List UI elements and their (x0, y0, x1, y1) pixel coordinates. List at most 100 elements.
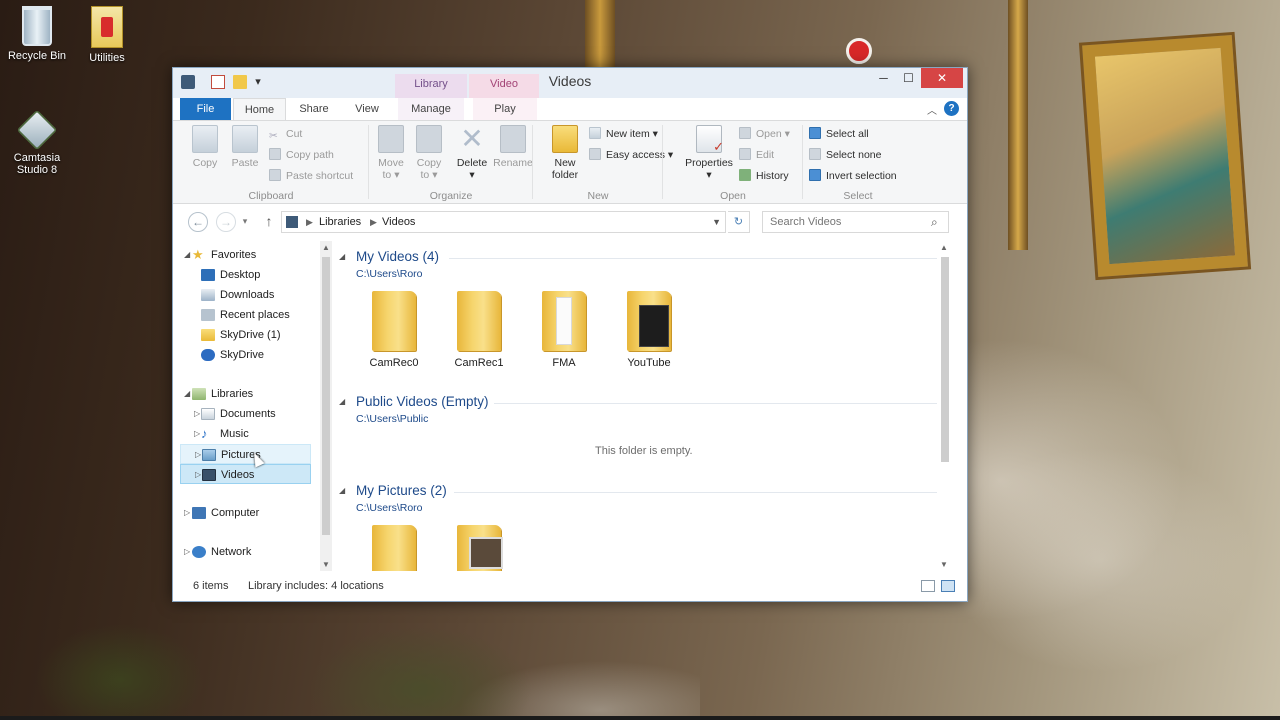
collapse-arrow-icon[interactable]: ◢ (339, 397, 345, 406)
address-bar[interactable]: ▶ Libraries ▶ Videos ▼ (281, 211, 726, 233)
collapse-ribbon-icon[interactable]: ︿ (927, 102, 937, 117)
minimize-button[interactable]: ─ (870, 68, 897, 88)
up-arrow-icon[interactable]: ↑ (259, 212, 279, 232)
copy-path-button[interactable]: Copy path (269, 145, 334, 165)
rename-button[interactable]: Rename (493, 125, 533, 169)
copy-to-button[interactable]: Copy to ▾ (411, 125, 447, 181)
forward-arrow-icon[interactable]: → (216, 212, 236, 232)
group-header[interactable]: ◢ My Pictures (2) (339, 483, 939, 501)
group-header[interactable]: ◢ My Videos (4) (339, 249, 939, 267)
nav-downloads[interactable]: Downloads (180, 285, 311, 305)
nav-videos[interactable]: ▷ Videos (180, 464, 311, 484)
large-icons-view-icon[interactable] (941, 580, 955, 592)
breadcrumb-separator-icon[interactable]: ▶ (370, 212, 377, 232)
close-button[interactable]: ✕ (921, 68, 963, 88)
breadcrumb-videos[interactable]: Videos (382, 212, 415, 232)
folder-tile[interactable]: YouTube (609, 291, 689, 369)
breadcrumb-separator-icon[interactable]: ▶ (306, 212, 313, 232)
move-to-button[interactable]: Move to ▾ (373, 125, 409, 181)
help-icon[interactable]: ? (944, 101, 959, 116)
tab-play[interactable]: Play (473, 98, 537, 120)
select-none-button[interactable]: Select none (809, 145, 881, 165)
scrollbar-thumb[interactable] (322, 257, 330, 535)
search-input[interactable] (762, 211, 949, 233)
nav-network[interactable]: ▷ Network (180, 542, 311, 562)
collapsed-arrow-icon[interactable]: ▷ (194, 404, 200, 424)
collapsed-arrow-icon[interactable]: ▷ (195, 465, 201, 485)
taskbar-edge (0, 716, 1280, 720)
select-none-icon (809, 148, 821, 160)
scrollbar-thumb[interactable] (941, 257, 949, 462)
empty-folder-message: This folder is empty. (595, 445, 693, 457)
folder-tile[interactable]: CamRec0 (354, 291, 434, 369)
nav-skydrive[interactable]: SkyDrive (180, 345, 311, 365)
details-view-icon[interactable] (921, 580, 935, 592)
nav-skydrive-1[interactable]: SkyDrive (1) (180, 325, 311, 345)
tab-share[interactable]: Share (291, 98, 337, 120)
easy-access-button[interactable]: Easy access ▾ (589, 145, 673, 165)
folder-tile[interactable] (354, 525, 434, 571)
collapse-arrow-icon[interactable]: ◢ (339, 252, 345, 261)
title-bar[interactable]: ▾ Library Tools Video Tools Videos ─ ☐ ✕ (173, 68, 967, 110)
desktop-icon-camtasia[interactable]: Camtasia Studio 8 (0, 109, 77, 176)
new-folder-button[interactable]: New folder (543, 125, 587, 181)
scroll-down-icon[interactable]: ▼ (940, 560, 948, 569)
collapsed-arrow-icon[interactable]: ▷ (195, 445, 201, 465)
properties-button[interactable]: Properties ▾ (681, 125, 737, 181)
open-button[interactable]: Open ▾ (739, 124, 790, 144)
nav-music[interactable]: ▷ ♪ Music (180, 424, 311, 444)
nav-desktop[interactable]: Desktop (180, 265, 311, 285)
tab-file[interactable]: File (180, 98, 231, 120)
nav-favorites[interactable]: ◢ ★ Favorites (180, 245, 311, 265)
scroll-up-icon[interactable]: ▲ (940, 243, 948, 252)
nav-documents[interactable]: ▷ Documents (180, 404, 311, 424)
nav-pictures[interactable]: ▷ Pictures (180, 444, 311, 464)
expanded-arrow-icon[interactable]: ◢ (184, 245, 190, 265)
back-arrow-icon[interactable]: ← (188, 212, 208, 232)
group-header[interactable]: ◢ Public Videos (Empty) (339, 394, 939, 412)
move-to-label: Move (378, 157, 404, 169)
copy-to-label-2: to ▾ (420, 169, 438, 181)
nav-libraries[interactable]: ◢ Libraries (180, 384, 311, 404)
recent-locations-chevron-icon[interactable]: ▾ (238, 212, 252, 232)
refresh-icon[interactable]: ↻ (728, 211, 750, 233)
scroll-down-icon[interactable]: ▼ (322, 560, 330, 569)
expanded-arrow-icon[interactable]: ◢ (184, 384, 190, 404)
edit-button[interactable]: Edit (739, 145, 774, 165)
collapsed-arrow-icon[interactable]: ▷ (194, 424, 200, 444)
desktop-icon-utilities[interactable]: Utilities (67, 6, 147, 64)
organize-group: Move to ▾ Copy to ▾ ✕ Delete ▾ Rename Or… (369, 121, 533, 205)
copy-button[interactable]: Copy (187, 125, 223, 169)
content-scrollbar[interactable]: ▲ ▼ (937, 241, 951, 571)
desktop-icon-label: Camtasia Studio 8 (13, 152, 61, 176)
new-group: New folder New item ▾ Easy access ▾ New (533, 121, 673, 205)
maximize-button[interactable]: ☐ (895, 68, 922, 88)
desktop-icon-recycle-bin[interactable]: Recycle Bin (0, 6, 77, 62)
collapsed-arrow-icon[interactable]: ▷ (184, 542, 190, 562)
collapsed-arrow-icon[interactable]: ▷ (184, 503, 190, 523)
search-icon[interactable]: ⌕ (931, 215, 938, 230)
breadcrumb-libraries[interactable]: Libraries (319, 212, 361, 232)
folder-tile[interactable] (439, 525, 519, 571)
chevron-down-icon[interactable]: ▼ (712, 212, 721, 232)
invert-selection-button[interactable]: Invert selection (809, 166, 897, 186)
nav-label: SkyDrive (1) (220, 329, 281, 341)
folder-tile[interactable]: FMA (524, 291, 604, 369)
tab-home[interactable]: Home (233, 98, 286, 120)
collapse-arrow-icon[interactable]: ◢ (339, 486, 345, 495)
select-all-button[interactable]: Select all (809, 124, 869, 144)
cut-button[interactable]: ✂ Cut (269, 124, 302, 144)
history-label: History (756, 170, 789, 182)
paste-shortcut-button[interactable]: Paste shortcut (269, 166, 353, 186)
history-button[interactable]: History (739, 166, 789, 186)
scroll-up-icon[interactable]: ▲ (322, 243, 330, 252)
new-item-button[interactable]: New item ▾ (589, 124, 658, 144)
tab-view[interactable]: View (345, 98, 389, 120)
delete-button[interactable]: ✕ Delete ▾ (453, 125, 491, 182)
tab-manage[interactable]: Manage (398, 98, 464, 120)
folder-tile[interactable]: CamRec1 (439, 291, 519, 369)
paste-button[interactable]: Paste (227, 125, 263, 169)
nav-recent-places[interactable]: Recent places (180, 305, 311, 325)
nav-computer[interactable]: ▷ Computer (180, 503, 311, 523)
navpane-scrollbar[interactable]: ▲ ▼ (320, 241, 332, 571)
